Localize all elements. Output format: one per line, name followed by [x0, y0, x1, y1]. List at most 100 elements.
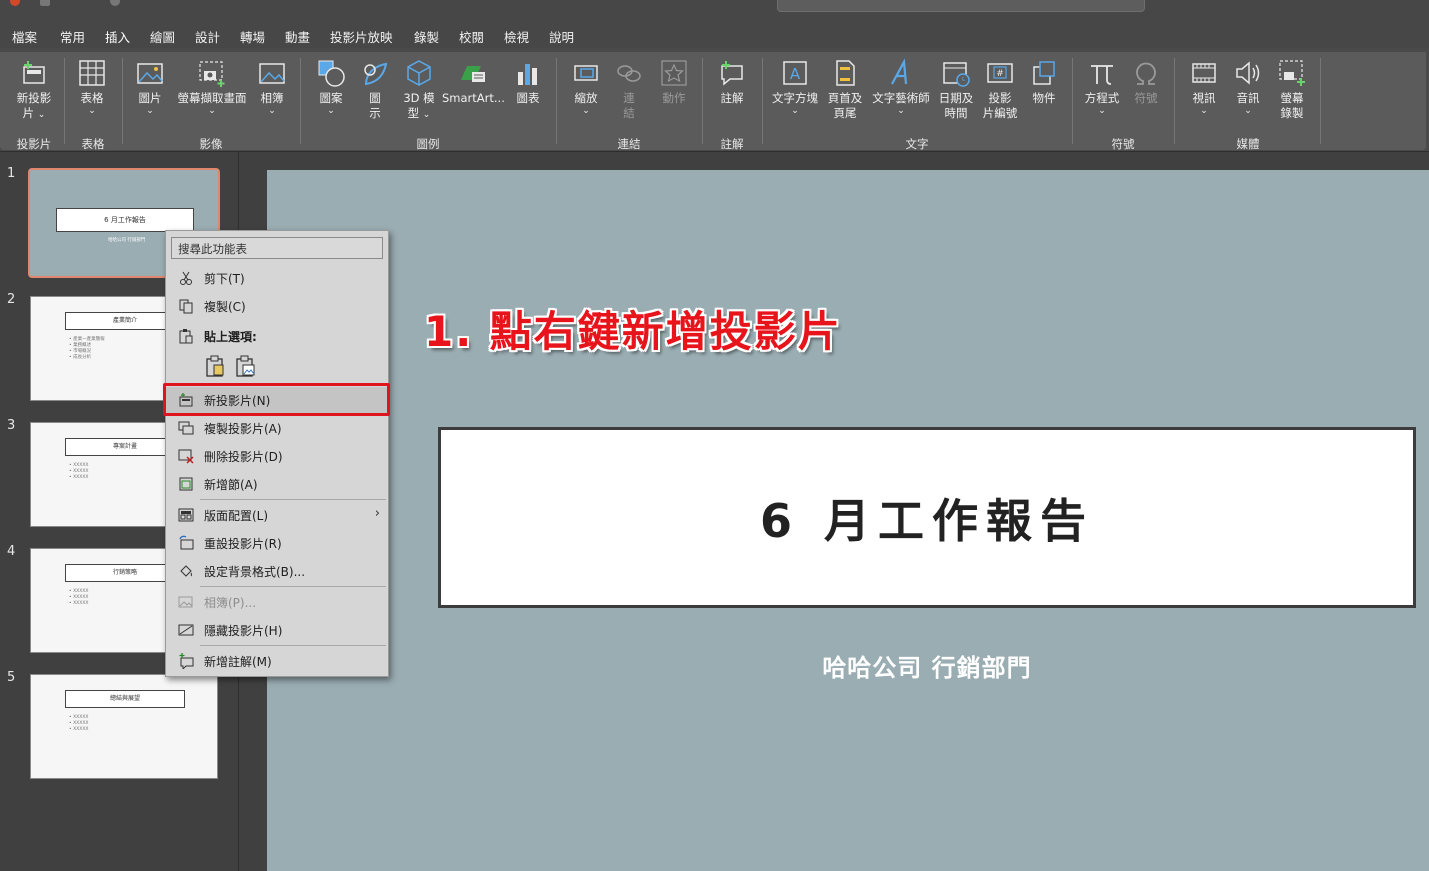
group-label-media: 媒體 [1236, 137, 1260, 151]
video-icon [1189, 58, 1219, 88]
tab-record[interactable]: 錄製 [414, 27, 439, 46]
menu-item-new-comment[interactable]: 新增註解(M) [166, 648, 388, 674]
album-button[interactable]: 相簿 ⌄ [254, 58, 290, 116]
omega-icon [1131, 58, 1161, 88]
scissors-icon [178, 270, 194, 286]
tab-help[interactable]: 說明 [549, 27, 574, 46]
context-menu: 搜尋此功能表 剪下(T) 複製(C) 貼上選項: 新投影片(N) 複製投影片(A… [165, 230, 389, 677]
menu-item-hide-slide[interactable]: 隱藏投影片(H) [166, 617, 388, 643]
paste-icon [206, 355, 224, 377]
layout-icon [178, 507, 194, 523]
picture-icon [135, 58, 165, 88]
tab-file[interactable]: 檔案 [12, 27, 37, 46]
table-button[interactable]: 表格 ⌄ [72, 58, 112, 116]
tab-slideshow[interactable]: 投影片放映 [330, 27, 393, 46]
tab-transitions[interactable]: 轉場 [240, 27, 265, 46]
menu-item-delete-slide[interactable]: 刪除投影片(D) [166, 443, 388, 469]
object-button[interactable]: 物件 [1026, 58, 1062, 106]
shapes-icon [316, 58, 346, 88]
ribbon-tabs: 檔案 常用 插入 繪圖 設計 轉場 動畫 投影片放映 錄製 校閱 檢視 說明 [0, 22, 1429, 51]
menu-item-format-background[interactable]: 設定背景格式(B)... [166, 558, 388, 584]
submenu-arrow-icon: › [374, 506, 380, 521]
reset-slide-icon [178, 535, 194, 551]
group-label-symbols: 符號 [1111, 137, 1135, 151]
slide-number-button[interactable]: # 投影 片編號 [980, 58, 1020, 121]
search-box[interactable] [777, 0, 1145, 12]
icons-button[interactable]: 圖示 [358, 58, 392, 121]
group-label-illustrations: 圖例 [416, 137, 440, 151]
slide-number-1: 1 [7, 166, 16, 181]
date-time-button[interactable]: 日期及 時間 [936, 58, 976, 121]
copy-icon [178, 298, 194, 314]
menu-item-layout[interactable]: 版面配置(L) › [166, 502, 388, 528]
thumbnail-bullets: • XXXXX • XXXXX • XXXXX [69, 715, 89, 732]
group-label-comments: 註解 [720, 137, 744, 151]
thumbnail-title: 6 月工作報告 [56, 208, 194, 232]
equation-button[interactable]: 方程式 ⌄ [1082, 58, 1122, 116]
menu-item-photo-album[interactable]: 相簿(P)... [166, 589, 388, 615]
thumbnail-subtitle: 哈哈公司 行銷部門 [108, 238, 146, 243]
menu-item-copy[interactable]: 複製(C) [166, 293, 388, 319]
slide-number-4: 4 [7, 544, 16, 559]
slide-title[interactable]: 6 月工作報告 [438, 427, 1416, 608]
new-slide-button[interactable]: 新投影片 ⌄ [12, 58, 56, 123]
star-icon [659, 58, 689, 88]
screenshot-button[interactable]: 螢幕擷取畫面 ⌄ [174, 58, 250, 116]
group-label-images: 影像 [199, 137, 223, 151]
tab-draw[interactable]: 繪圖 [150, 27, 175, 46]
link-button[interactable]: 連結 [614, 58, 644, 121]
slide-number-3: 3 [7, 418, 16, 433]
table-icon [77, 58, 107, 88]
ribbon: 新投影片 ⌄ 表格 ⌄ 圖片 ⌄ 螢幕擷取畫面 ⌄ 相簿 ⌄ 圖案 ⌄ 圖示 3… [0, 48, 1429, 152]
symbol-button[interactable]: 符號 [1128, 58, 1164, 106]
svg-text:A: A [790, 65, 801, 83]
header-footer-button[interactable]: 頁首及 頁尾 [824, 58, 866, 121]
group-label-slides: 投影片 [16, 137, 52, 151]
tutorial-annotation: 1. 點右鍵新增投影片 [424, 307, 842, 356]
pictures-button[interactable]: 圖片 ⌄ [130, 58, 170, 116]
screen-recording-button[interactable]: 螢幕 錄製 [1272, 58, 1312, 121]
undo-icon[interactable] [110, 0, 120, 6]
textbox-button[interactable]: A 文字方塊 ⌄ [770, 58, 820, 116]
slide-thumbnail-5[interactable]: 總結與展望 • XXXXX • XXXXX • XXXXX [30, 674, 218, 779]
paint-bucket-icon [178, 563, 194, 579]
slide-number-icon: # [985, 58, 1015, 88]
screen-recording-icon [1277, 58, 1307, 88]
comment-icon [717, 58, 747, 88]
paste-option-keep[interactable] [204, 355, 226, 377]
thumbnail-bullets: • XXXXX • XXXXX • XXXXX [69, 589, 89, 606]
thumbnail-title: 總結與展望 [65, 690, 185, 708]
menu-item-cut[interactable]: 剪下(T) [166, 265, 388, 291]
group-label-tables: 表格 [81, 137, 105, 151]
tab-design[interactable]: 設計 [195, 27, 220, 46]
zoom-button[interactable]: 縮放 ⌄ [566, 58, 606, 116]
tab-view[interactable]: 檢視 [504, 27, 529, 46]
svg-text:#: # [996, 69, 1004, 79]
3d-models-button[interactable]: 3D 模型 ⌄ [400, 58, 438, 123]
smartart-button[interactable]: SmartArt... [442, 58, 505, 106]
menu-item-add-section[interactable]: 新增節(A) [166, 471, 388, 497]
tab-review[interactable]: 校閱 [459, 27, 484, 46]
wordart-button[interactable]: 文字藝術師 ⌄ [870, 58, 932, 116]
video-button[interactable]: 視訊 ⌄ [1184, 58, 1224, 116]
zoom-icon [571, 58, 601, 88]
save-icon[interactable] [40, 0, 50, 6]
new-slide-icon [19, 58, 49, 88]
chart-button[interactable]: 圖表 [510, 58, 546, 106]
action-button[interactable]: 動作 [656, 58, 692, 106]
tab-animations[interactable]: 動畫 [285, 27, 310, 46]
context-menu-search[interactable]: 搜尋此功能表 [171, 237, 383, 259]
pi-icon [1087, 58, 1117, 88]
tab-home[interactable]: 常用 [60, 27, 85, 46]
slide-canvas[interactable]: 6 月工作報告 哈哈公司 行銷部門 [267, 170, 1429, 871]
screenshot-icon [197, 58, 227, 88]
shapes-button[interactable]: 圖案 ⌄ [312, 58, 350, 116]
menu-item-duplicate-slide[interactable]: 複製投影片(A) [166, 415, 388, 441]
audio-button[interactable]: 音訊 ⌄ [1228, 58, 1268, 116]
tab-insert[interactable]: 插入 [105, 27, 131, 51]
paste-option-picture[interactable] [234, 355, 256, 377]
app-logo-icon [10, 0, 20, 6]
menu-item-reset-slide[interactable]: 重設投影片(R) [166, 530, 388, 556]
comment-button[interactable]: 註解 [712, 58, 752, 106]
slide-subtitle[interactable]: 哈哈公司 行銷部門 [267, 648, 1429, 683]
